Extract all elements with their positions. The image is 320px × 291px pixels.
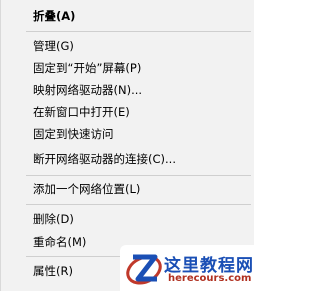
menu-item-pin-to-start[interactable]: 固定到“开始”屏幕(P) [1, 58, 255, 78]
menu-item-map-network-drive[interactable]: 映射网络驱动器(N)... [1, 80, 255, 100]
menu-item-manage[interactable]: 管理(G) [1, 36, 255, 56]
menu-item-disconnect-network-drive[interactable]: 断开网络驱动器的连接(C)... [1, 149, 255, 169]
menu-item-add-network-location[interactable]: 添加一个网络位置(L) [1, 179, 255, 199]
watermark: 这里教程网 herecours.com [120, 245, 254, 291]
menu-separator [26, 31, 251, 32]
menu-item-collapse[interactable]: 折叠(A) [1, 6, 255, 26]
menu-separator [26, 204, 251, 205]
watermark-url: herecours.com [168, 273, 252, 284]
menu-item-pin-to-quick-access[interactable]: 固定到快速访问 [1, 124, 255, 144]
menu-separator [26, 175, 251, 176]
menu-item-delete[interactable]: 删除(D) [1, 209, 255, 229]
menu-item-open-in-new-window[interactable]: 在新窗口中打开(E) [1, 102, 255, 122]
watermark-logo-icon [126, 254, 162, 285]
